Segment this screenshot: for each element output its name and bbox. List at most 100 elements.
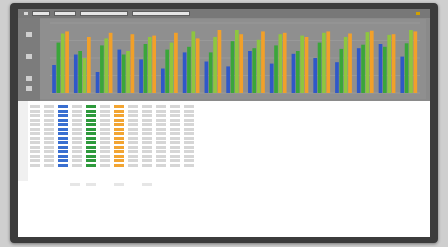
table-cell[interactable] <box>184 141 194 144</box>
table-cell[interactable] <box>142 159 152 162</box>
table-cell[interactable] <box>44 109 54 113</box>
table-cell[interactable] <box>142 136 152 140</box>
table-cell[interactable] <box>170 118 180 122</box>
table-cell[interactable] <box>142 141 152 144</box>
table-cell[interactable] <box>30 132 40 135</box>
table-cell[interactable] <box>72 163 82 167</box>
table-cell[interactable] <box>86 141 96 144</box>
table-cell[interactable] <box>58 109 68 113</box>
table-cell[interactable] <box>44 154 54 158</box>
table-cell[interactable] <box>156 123 166 126</box>
table-cell[interactable] <box>184 105 194 108</box>
table-cell[interactable] <box>114 145 124 149</box>
table-cell[interactable] <box>86 132 96 135</box>
table-cell[interactable] <box>156 132 166 135</box>
table-cell[interactable] <box>156 136 166 140</box>
table-cell[interactable] <box>72 123 82 126</box>
table-cell[interactable] <box>72 150 82 153</box>
table-cell[interactable] <box>184 163 194 167</box>
table-cell[interactable] <box>100 127 110 131</box>
table-cell[interactable] <box>170 109 180 113</box>
table-cell[interactable] <box>128 123 138 126</box>
table-cell[interactable] <box>142 145 152 149</box>
table-cell[interactable] <box>114 118 124 122</box>
table-cell[interactable] <box>170 154 180 158</box>
table-cell[interactable] <box>128 136 138 140</box>
table-cell[interactable] <box>86 150 96 153</box>
table-cell[interactable] <box>156 159 166 162</box>
table-cell[interactable] <box>184 159 194 162</box>
table-cell[interactable] <box>114 183 124 186</box>
table-cell[interactable] <box>128 127 138 131</box>
table-cell[interactable] <box>184 150 194 153</box>
table-cell[interactable] <box>100 118 110 122</box>
table-cell[interactable] <box>58 118 68 122</box>
table-cell[interactable] <box>128 159 138 162</box>
table-cell[interactable] <box>44 159 54 162</box>
table-cell[interactable] <box>156 150 166 153</box>
table-cell[interactable] <box>44 145 54 149</box>
table-cell[interactable] <box>128 109 138 113</box>
table-cell[interactable] <box>170 150 180 153</box>
table-cell[interactable] <box>114 132 124 135</box>
table-cell[interactable] <box>100 114 110 117</box>
table-cell[interactable] <box>44 114 54 117</box>
table-cell[interactable] <box>58 123 68 126</box>
table-cell[interactable] <box>72 105 82 108</box>
table-cell[interactable] <box>30 150 40 153</box>
rail-icon[interactable] <box>26 54 32 59</box>
table-cell[interactable] <box>30 114 40 117</box>
table-cell[interactable] <box>156 127 166 131</box>
table-cell[interactable] <box>142 109 152 113</box>
table-cell[interactable] <box>72 136 82 140</box>
table-cell[interactable] <box>184 154 194 158</box>
table-cell[interactable] <box>70 183 80 186</box>
table-cell[interactable] <box>128 163 138 167</box>
table-cell[interactable] <box>86 154 96 158</box>
table-cell[interactable] <box>58 127 68 131</box>
table-cell[interactable] <box>142 154 152 158</box>
table-cell[interactable] <box>142 105 152 108</box>
table-cell[interactable] <box>44 141 54 144</box>
table-cell[interactable] <box>72 118 82 122</box>
table-cell[interactable] <box>86 109 96 113</box>
close-icon[interactable] <box>416 12 420 15</box>
table-cell[interactable] <box>30 127 40 131</box>
table-cell[interactable] <box>184 132 194 135</box>
table-cell[interactable] <box>184 127 194 131</box>
toolbar-field-3[interactable] <box>80 11 128 16</box>
table-cell[interactable] <box>114 136 124 140</box>
table-cell[interactable] <box>128 150 138 153</box>
table-cell[interactable] <box>156 109 166 113</box>
table-cell[interactable] <box>100 163 110 167</box>
table-cell[interactable] <box>30 109 40 113</box>
rail-icon[interactable] <box>26 76 32 81</box>
table-cell[interactable] <box>128 114 138 117</box>
table-cell[interactable] <box>44 105 54 108</box>
table-cell[interactable] <box>114 109 124 113</box>
table-cell[interactable] <box>58 159 68 162</box>
table-cell[interactable] <box>114 114 124 117</box>
table-cell[interactable] <box>44 150 54 153</box>
table-cell[interactable] <box>170 136 180 140</box>
table-cell[interactable] <box>30 154 40 158</box>
table-cell[interactable] <box>128 145 138 149</box>
table-cell[interactable] <box>114 123 124 126</box>
table-cell[interactable] <box>114 105 124 108</box>
table-cell[interactable] <box>44 132 54 135</box>
toolbar-field-2[interactable] <box>54 11 76 16</box>
table-cell[interactable] <box>184 123 194 126</box>
table-cell[interactable] <box>142 127 152 131</box>
table-cell[interactable] <box>86 127 96 131</box>
table-cell[interactable] <box>142 163 152 167</box>
table-cell[interactable] <box>72 145 82 149</box>
table-cell[interactable] <box>30 136 40 140</box>
table-cell[interactable] <box>44 136 54 140</box>
table-cell[interactable] <box>114 159 124 162</box>
table-cell[interactable] <box>114 163 124 167</box>
table-cell[interactable] <box>86 136 96 140</box>
table-cell[interactable] <box>72 141 82 144</box>
table-cell[interactable] <box>128 105 138 108</box>
table-cell[interactable] <box>142 118 152 122</box>
table-cell[interactable] <box>170 127 180 131</box>
